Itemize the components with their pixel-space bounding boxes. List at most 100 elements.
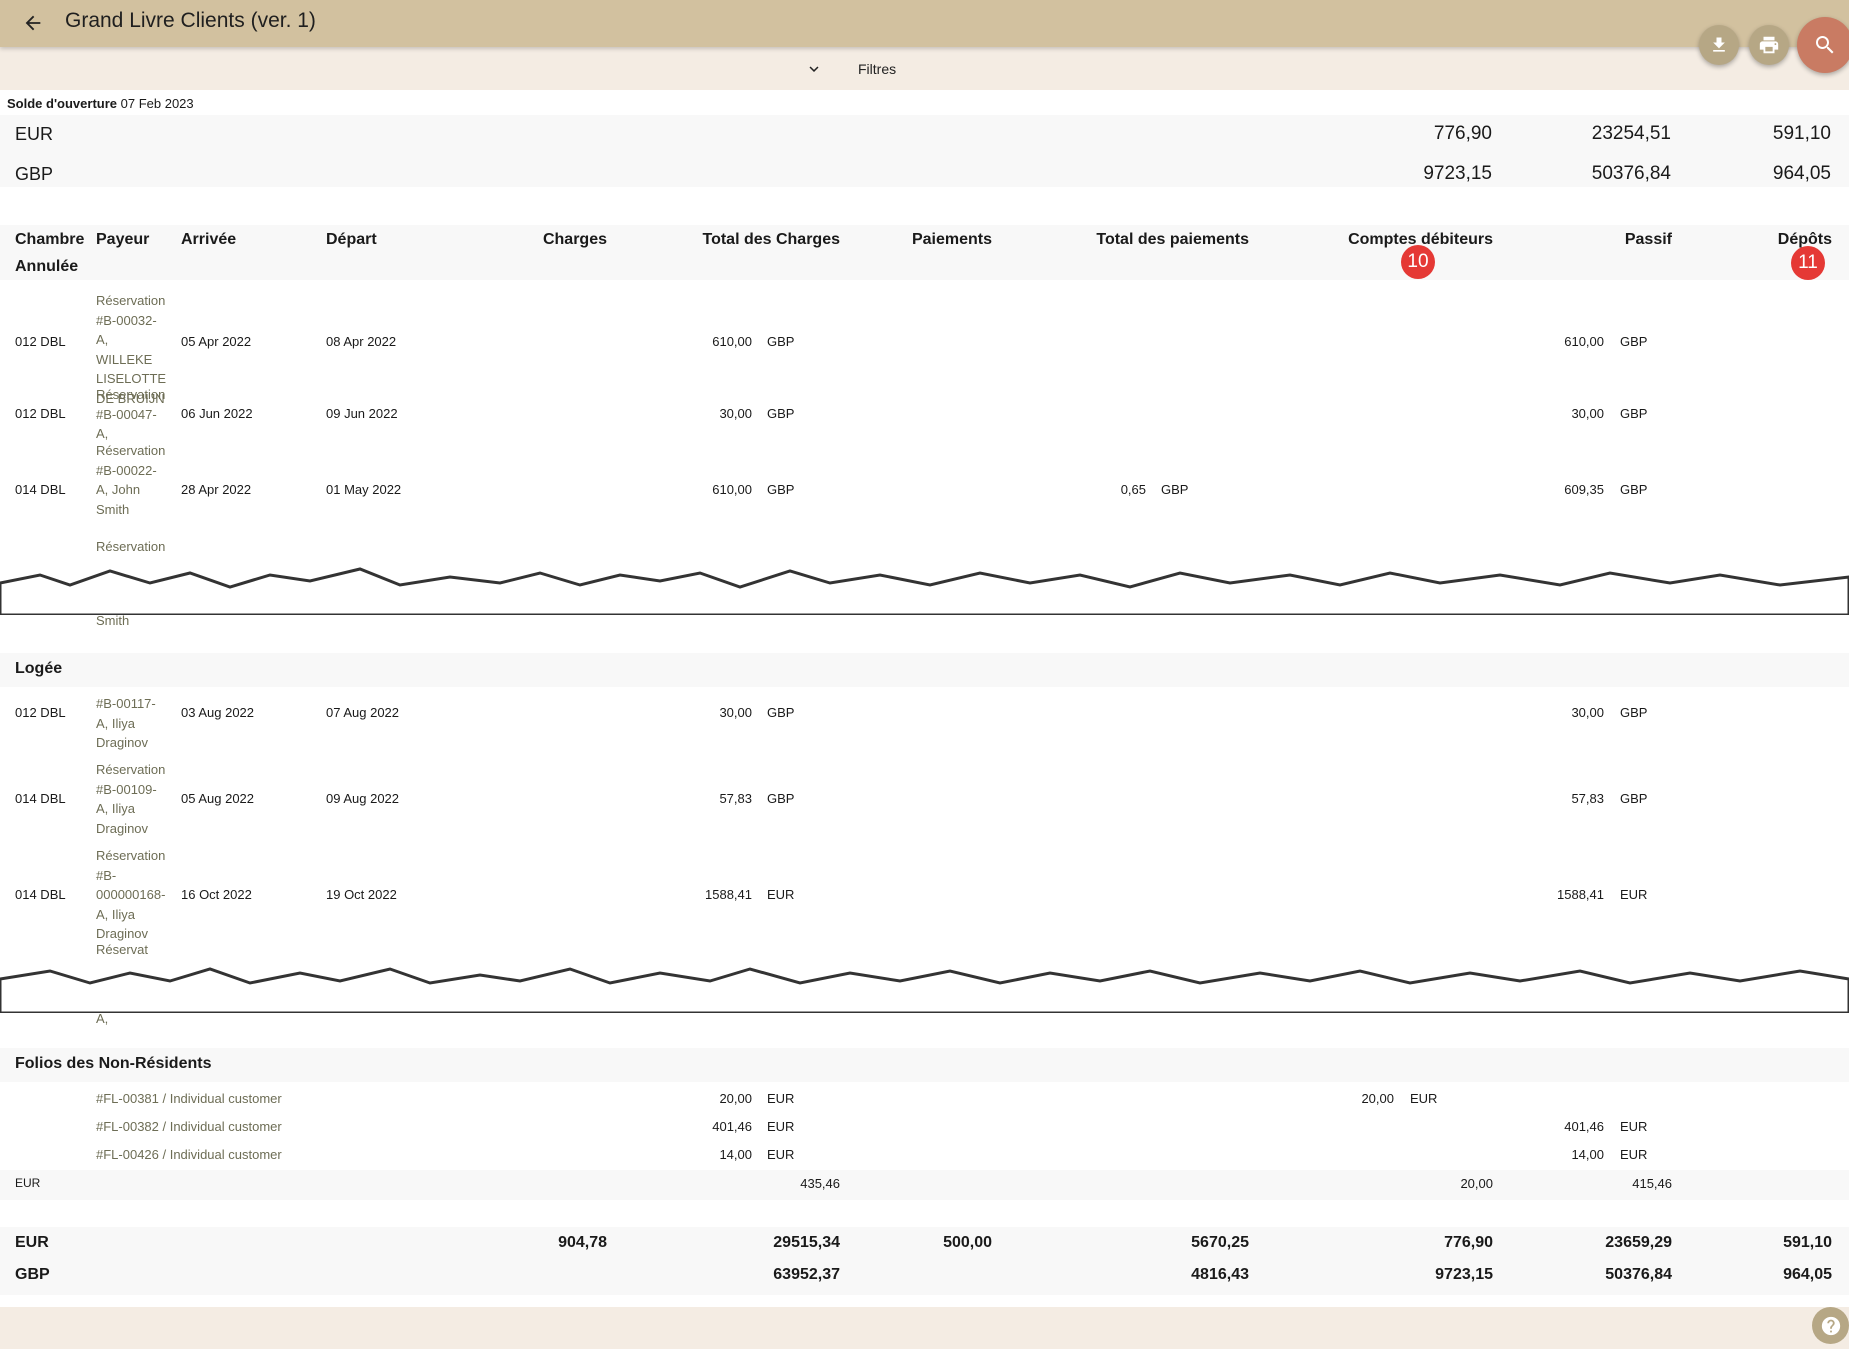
filter-toggle[interactable]: Filtres bbox=[800, 57, 920, 81]
folio-link[interactable]: #FL-00382 / Individual customer bbox=[96, 1117, 282, 1137]
amount-cell: 610,00 bbox=[712, 482, 752, 497]
search-button[interactable] bbox=[1797, 17, 1849, 73]
currency-cell: GBP bbox=[767, 482, 795, 497]
departure-cell: 08 Apr 2022 bbox=[326, 334, 397, 349]
total-currency: EUR bbox=[15, 1234, 49, 1251]
payer-link[interactable]: Réservation #B-00022-A, John Smith bbox=[96, 441, 168, 519]
total-amount: 904,78 bbox=[558, 1234, 607, 1251]
room-cell: 014 DBL bbox=[15, 887, 66, 902]
payer-link[interactable]: Réservation #B-00109-A, Iliya Draginov bbox=[96, 760, 168, 838]
arrival-cell: 05 Apr 2022 bbox=[181, 334, 252, 349]
payer-link[interactable]: Réservation #B-000000168-A, Iliya Dragin… bbox=[96, 846, 168, 944]
departure-cell: 19 Oct 2022 bbox=[326, 887, 397, 902]
room-cell: 014 DBL bbox=[15, 791, 66, 806]
column-header-total-charges: Total des Charges bbox=[702, 231, 840, 248]
amount-cell: 0,65 bbox=[1120, 482, 1146, 497]
total-amount: 63952,37 bbox=[773, 1266, 840, 1283]
download-icon bbox=[1713, 37, 1725, 52]
total-amount: 29515,34 bbox=[773, 1234, 840, 1251]
amount-cell: 1588,41 bbox=[705, 887, 752, 902]
arrival-cell: 06 Jun 2022 bbox=[181, 406, 253, 421]
deposits-count-badge: 11 bbox=[1791, 246, 1825, 280]
column-header-liabilities: Passif bbox=[1624, 231, 1672, 248]
currency-cell: EUR bbox=[767, 1091, 795, 1106]
column-header-room: Chambre bbox=[15, 231, 85, 248]
amount-cell: 401,46 bbox=[712, 1119, 752, 1134]
column-header-departure: Départ bbox=[326, 231, 377, 248]
currency-cell: EUR bbox=[1620, 887, 1648, 902]
torn-edge-divider bbox=[0, 967, 1849, 1013]
amount-cell: 30,00 bbox=[1571, 406, 1604, 421]
amount-cell: 30,00 bbox=[719, 406, 752, 421]
currency-cell: EUR bbox=[767, 1147, 795, 1162]
amount-cell: 14,00 bbox=[1571, 1147, 1604, 1162]
currency-cell: EUR bbox=[1620, 1147, 1648, 1162]
torn-payer-text: A, bbox=[96, 1011, 109, 1026]
folio-link[interactable]: #FL-00426 / Individual customer bbox=[96, 1145, 282, 1165]
total-amount: 964,05 bbox=[1783, 1266, 1832, 1283]
amount-cell: 610,00 bbox=[1564, 334, 1604, 349]
arrow-left-icon bbox=[25, 15, 41, 31]
table-header: Chambre Payeur Arrivée Départ Charges To… bbox=[0, 225, 1849, 280]
help-button[interactable] bbox=[1812, 1307, 1849, 1344]
currency-cell: GBP bbox=[1620, 334, 1648, 349]
column-header-charges: Charges bbox=[542, 231, 607, 248]
ledger-report: Solde d'ouverture 07 Feb 2023 EUR 776,90… bbox=[0, 90, 1849, 1307]
arrival-cell: 03 Aug 2022 bbox=[181, 705, 255, 720]
subtotal-row: EUR 435,46 20,00 415,46 bbox=[0, 1170, 1849, 1200]
departure-cell: 09 Jun 2022 bbox=[326, 406, 398, 421]
column-header-payer: Payeur bbox=[96, 231, 150, 248]
total-amount: 9723,15 bbox=[1435, 1266, 1493, 1283]
departure-cell: 07 Aug 2022 bbox=[326, 705, 400, 720]
total-amount: 50376,84 bbox=[1605, 1266, 1672, 1283]
chevron-down-icon bbox=[800, 57, 828, 81]
currency-cell: GBP bbox=[767, 705, 795, 720]
total-amount: 4816,43 bbox=[1191, 1266, 1249, 1283]
opening-value: 50376,84 bbox=[1591, 163, 1671, 184]
column-header-total-payments: Total des paiements bbox=[1096, 231, 1249, 248]
opening-value: 591,10 bbox=[1772, 123, 1831, 144]
currency-cell: EUR bbox=[767, 887, 795, 902]
arrival-cell: 05 Aug 2022 bbox=[181, 791, 255, 806]
currency-cell: GBP bbox=[767, 406, 795, 421]
arrival-cell: 16 Oct 2022 bbox=[181, 887, 252, 902]
opening-value: 23254,51 bbox=[1591, 123, 1671, 144]
download-button[interactable] bbox=[1699, 25, 1739, 65]
help-icon bbox=[1821, 1316, 1840, 1335]
filter-label: Filtres bbox=[858, 61, 897, 77]
room-cell: 012 DBL bbox=[15, 705, 66, 720]
subtotal-amount: 415,46 bbox=[1632, 1176, 1672, 1191]
payer-link[interactable]: #B-00117-A, Iliya Draginov bbox=[96, 694, 168, 753]
arrival-cell: 28 Apr 2022 bbox=[181, 482, 252, 497]
amount-cell: 20,00 bbox=[719, 1091, 752, 1106]
subtotal-amount: 435,46 bbox=[800, 1176, 840, 1191]
receivables-count-badge: 10 bbox=[1401, 245, 1435, 279]
total-amount: 5670,25 bbox=[1191, 1234, 1249, 1251]
opening-date: 07 Feb 2023 bbox=[120, 96, 194, 111]
column-header-payments: Paiements bbox=[911, 231, 992, 248]
currency-cell: GBP bbox=[1161, 482, 1189, 497]
total-amount: 591,10 bbox=[1783, 1234, 1832, 1251]
currency-cell: GBP bbox=[1620, 791, 1648, 806]
currency-cell: EUR bbox=[1620, 1119, 1648, 1134]
page-title: Grand Livre Clients (ver. 1) bbox=[65, 9, 316, 32]
back-button[interactable] bbox=[18, 8, 48, 38]
torn-payer-text: Smith bbox=[96, 613, 130, 628]
amount-cell: 57,83 bbox=[1571, 791, 1604, 806]
total-amount: 776,90 bbox=[1444, 1234, 1493, 1251]
opening-currency: EUR bbox=[15, 124, 54, 144]
print-button[interactable] bbox=[1749, 25, 1789, 65]
room-cell: 014 DBL bbox=[15, 482, 66, 497]
app-bar: Grand Livre Clients (ver. 1) bbox=[0, 0, 1849, 47]
search-icon bbox=[1816, 36, 1834, 54]
amount-cell: 401,46 bbox=[1564, 1119, 1604, 1134]
total-amount: 23659,29 bbox=[1605, 1234, 1672, 1251]
footer-bar bbox=[0, 1307, 1849, 1349]
folio-link[interactable]: #FL-00381 / Individual customer bbox=[96, 1089, 282, 1109]
section-title-lodged: Logée bbox=[15, 660, 63, 677]
currency-cell: EUR bbox=[1410, 1091, 1438, 1106]
payer-link[interactable]: Réservation #B-00047-A, bbox=[96, 385, 168, 444]
amount-cell: 610,00 bbox=[712, 334, 752, 349]
section-header: Logée bbox=[0, 653, 1849, 687]
room-cell: 012 DBL bbox=[15, 406, 66, 421]
